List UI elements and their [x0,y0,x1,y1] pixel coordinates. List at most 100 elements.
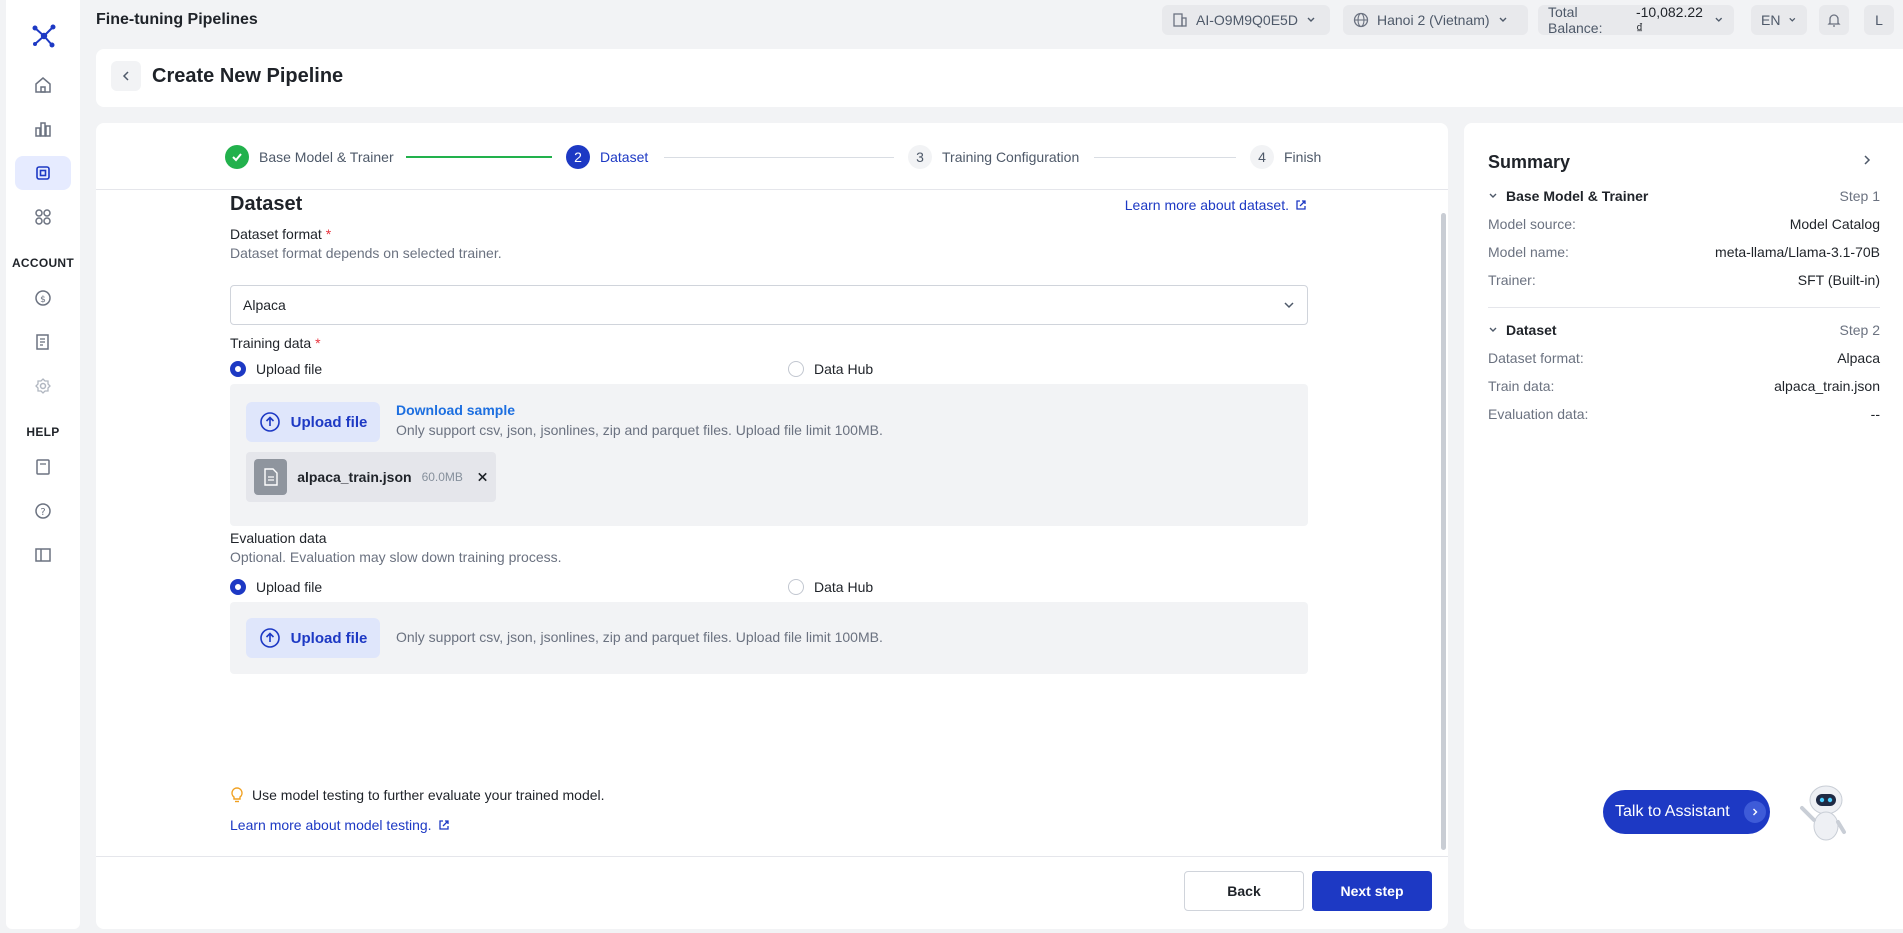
training-datahub-radio[interactable]: Data Hub [788,361,873,377]
radio-label: Upload file [256,361,323,377]
summary-section-base-model[interactable]: Base Model & Trainer Step 1 [1488,188,1880,204]
dataset-format-select[interactable]: Alpaca [230,285,1308,325]
row-value: Alpaca [1837,350,1880,366]
svg-text:$: $ [40,295,46,305]
step-connector [664,157,894,158]
training-upload-button[interactable]: Upload file [246,402,380,442]
training-upload-radio[interactable]: Upload file [230,361,322,377]
chevron-right-icon[interactable] [1861,154,1873,166]
project-selector[interactable]: AI-O9M9Q0E5D [1162,5,1330,35]
learn-more-testing-link[interactable]: Learn more about model testing. [230,817,450,833]
download-sample-link[interactable]: Download sample [396,402,515,418]
summary-row: Train data: alpaca_train.json [1488,378,1880,394]
step-dataset[interactable]: 2 Dataset [566,145,648,169]
language-value: EN [1761,12,1781,28]
training-data-label: Training data * [230,335,321,351]
row-value: Model Catalog [1789,216,1880,232]
button-label: Upload file [290,629,368,647]
step-label: Training Configuration [942,149,1080,165]
question-icon: ? [35,503,51,519]
pipeline-form-card: Base Model & Trainer 2 Dataset 3 Trainin… [96,123,1448,929]
stepper: Base Model & Trainer 2 Dataset 3 Trainin… [96,123,1448,190]
file-icon [254,459,288,495]
balance-selector[interactable]: Total Balance: -10,082.22 ₫ [1538,4,1734,36]
select-value: Alpaca [243,297,286,313]
back-step-button[interactable]: Back [1184,871,1304,911]
label-text: Dataset format [230,226,322,242]
step-base-model[interactable]: Base Model & Trainer [225,145,394,169]
account-section-label: ACCOUNT [11,256,75,270]
upload-note: Only support csv, json, jsonlines, zip a… [396,422,883,438]
chevron-down-icon [1284,302,1294,309]
sidebar-toggle-icon [35,548,51,562]
home-nav[interactable] [15,68,71,102]
step-training-config[interactable]: 3 Training Configuration [908,145,1079,169]
radio-label: Data Hub [814,361,874,377]
dashboard-nav[interactable] [15,112,71,146]
evaluation-data-label: Evaluation data [230,530,327,546]
svg-text:?: ? [40,507,45,518]
chevron-down-icon [1489,193,1497,198]
eval-upload-radio[interactable]: Upload file [230,579,322,595]
file-size: 60.0MB [421,470,463,484]
step-label: Dataset [600,149,649,165]
upload-note: Only support csv, json, jsonlines, zip a… [396,629,883,645]
dataset-format-label: Dataset format * [230,226,331,242]
top-bar: Fine-tuning Pipelines AI-O9M9Q0E5D Hanoi… [80,0,1903,40]
billing-nav[interactable]: $ [15,281,71,315]
eval-upload-area: Upload file Only support csv, json, json… [230,602,1308,674]
row-value: SFT (Built-in) [1797,272,1880,288]
user-avatar[interactable]: L [1864,5,1894,35]
step-finish[interactable]: 4 Finish [1250,145,1321,169]
radio-dot [230,361,246,377]
section-title: Base Model & Trainer [1506,188,1649,204]
close-icon[interactable] [477,471,488,483]
step-number: 3 [908,145,932,169]
robot-assistant-icon[interactable] [1796,782,1852,844]
language-selector[interactable]: EN [1751,5,1807,35]
scrollbar[interactable] [1441,213,1446,850]
globe-icon [1353,12,1369,28]
eval-upload-button[interactable]: Upload file [246,618,380,658]
logo-icon[interactable] [30,22,58,50]
step-number: 4 [1250,145,1274,169]
chevron-down-icon [1307,17,1315,22]
learn-more-dataset-link[interactable]: Learn more about dataset. [1125,197,1307,213]
radio-label: Data Hub [814,579,874,595]
summary-row: Trainer: SFT (Built-in) [1488,272,1880,288]
talk-to-assistant-button[interactable]: Talk to Assistant [1603,790,1770,834]
testing-tip: Use model testing to further evaluate yo… [230,787,605,803]
summary-section-dataset[interactable]: Dataset Step 2 [1488,322,1880,338]
label-text: Training data [230,335,312,351]
help-nav[interactable]: ? [15,494,71,528]
external-link-icon [1296,200,1306,210]
form-scroll-area[interactable]: Dataset Learn more about dataset. Datase… [96,190,1448,856]
region-selector[interactable]: Hanoi 2 (Vietnam) [1343,5,1528,35]
collapse-sidebar-nav[interactable] [15,538,71,572]
app-title: Fine-tuning Pipelines [96,11,258,28]
balance-label: Total Balance: [1548,4,1603,36]
left-sidebar: ACCOUNT $ HELP ? [6,0,80,929]
dataset-format-hint: Dataset format depends on selected train… [230,245,502,261]
chevron-right-icon [1743,801,1766,823]
invoices-nav[interactable] [15,325,71,359]
bell-icon [1827,14,1841,27]
row-value: meta-llama/Llama-3.1-70B [1715,244,1880,260]
learn-more-text: Learn more about dataset. [1124,197,1289,213]
row-key: Train data: [1488,378,1555,394]
eval-datahub-radio[interactable]: Data Hub [788,579,873,595]
button-label: Talk to Assistant [1615,803,1730,820]
docs-nav[interactable] [15,450,71,484]
section-title: Dataset [230,193,303,215]
step-connector [1094,157,1236,158]
page-header: Create New Pipeline [96,49,1903,107]
pipelines-nav[interactable] [15,156,71,190]
notifications-button[interactable] [1819,5,1849,35]
row-key: Model source: [1488,216,1576,232]
next-step-button[interactable]: Next step [1312,871,1432,911]
chevron-down-icon [1715,17,1723,22]
apps-nav[interactable] [15,200,71,234]
balance-value: -10,082.22 ₫ [1635,4,1703,36]
back-button[interactable] [111,61,141,91]
settings-nav[interactable] [15,369,71,403]
